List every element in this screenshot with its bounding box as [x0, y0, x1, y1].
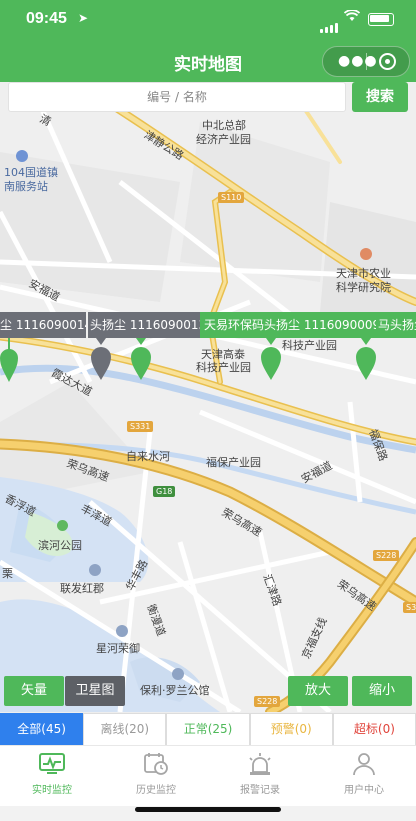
tab-user-center[interactable]: 用户中心 — [312, 746, 416, 806]
satellite-map-button[interactable]: 卫星图 — [65, 676, 125, 706]
poi-label: 福保产业园 — [206, 456, 261, 469]
location-icon: ➤ — [78, 11, 89, 25]
search-button[interactable]: 搜索 — [352, 82, 408, 112]
filter-warning[interactable]: 预警(0) — [249, 713, 333, 746]
road-shield: S228 — [254, 696, 281, 707]
filter-offline[interactable]: 离线(20) — [83, 713, 167, 746]
tab-history-monitor[interactable]: 历史监控 — [104, 746, 208, 806]
miniprogram-capsule: ●●● — [322, 46, 410, 77]
road-shield: S331 — [127, 421, 154, 432]
residential-poi-icon — [89, 564, 101, 576]
road-shield: S228 — [373, 550, 400, 561]
marker-pin-offline[interactable] — [91, 338, 111, 380]
close-miniprogram-icon[interactable] — [379, 53, 396, 70]
status-bar: 09:45 ➤ — [0, 0, 416, 40]
marker-label-normal[interactable]: 天易环保码头扬尘 1116090009 — [200, 312, 380, 338]
poi-label: 联发红郡 — [60, 582, 104, 595]
poi-label: 科学研究院 — [336, 281, 391, 294]
more-menu-icon[interactable]: ●●● — [338, 53, 378, 69]
navbar: 实时地图 ●●● — [0, 40, 416, 82]
poi-label: 星河荣御 — [96, 642, 140, 655]
marker-label-offline[interactable]: 尘 1116090014 — [0, 312, 86, 338]
vector-map-button[interactable]: 矢量 — [4, 676, 64, 706]
poi-label: 科技产业园 — [196, 361, 251, 374]
residential-poi-icon — [172, 668, 184, 680]
gas-station-icon — [16, 150, 28, 162]
poi-label: 经济产业园 — [196, 133, 251, 146]
poi-label: 科技产业园 — [282, 339, 337, 352]
park-label: 滨河公园 — [38, 539, 82, 552]
signal-icon — [320, 14, 340, 33]
poi-label: 南服务站 — [4, 180, 48, 193]
marker-pin-normal[interactable] — [0, 338, 18, 382]
map-roads — [0, 82, 416, 712]
marker-pin-normal[interactable] — [356, 338, 376, 380]
alarm-light-icon — [249, 753, 271, 775]
status-filter-bar: 全部(45) 离线(20) 正常(25) 预警(0) 超标(0) — [0, 712, 416, 746]
tab-alarm-records[interactable]: 报警记录 — [208, 746, 312, 806]
filter-exceeded[interactable]: 超标(0) — [332, 713, 416, 746]
tab-label: 实时监控 — [32, 785, 72, 796]
user-icon — [353, 753, 375, 776]
water-label: 自来水河 — [126, 450, 170, 463]
research-poi-icon — [360, 248, 372, 260]
tab-label: 历史监控 — [136, 785, 176, 796]
zoom-out-button[interactable]: 缩小 — [352, 676, 412, 706]
poi-label: 栗 — [2, 567, 13, 580]
battery-icon — [368, 13, 394, 26]
marker-label-offline[interactable]: 头扬尘 1116090013 — [88, 312, 206, 338]
park-poi-icon — [57, 520, 68, 531]
marker-pin-normal[interactable] — [131, 338, 151, 380]
tab-label: 报警记录 — [240, 785, 280, 796]
zoom-in-button[interactable]: 放大 — [288, 676, 348, 706]
residential-poi-icon — [116, 625, 128, 637]
road-shield: G18 — [153, 486, 176, 497]
bottom-tab-bar: 实时监控 历史监控 报警记录 用户中心 — [0, 745, 416, 806]
marker-label-normal[interactable]: 马头扬尘 111 — [376, 312, 416, 338]
filter-all[interactable]: 全部(45) — [0, 713, 84, 746]
filter-normal[interactable]: 正常(25) — [166, 713, 250, 746]
road-shield: S3 — [403, 602, 416, 613]
capsule-divider — [366, 53, 367, 70]
history-calendar-icon — [144, 753, 168, 775]
status-time: 09:45 — [26, 10, 67, 27]
wifi-icon — [343, 9, 361, 26]
poi-label: 保利·罗兰公馆 — [140, 684, 210, 697]
marker-pin-normal[interactable] — [261, 338, 281, 380]
road-shield: S110 — [218, 192, 245, 203]
tab-realtime-monitor[interactable]: 实时监控 — [0, 746, 104, 806]
map-view[interactable]: 中北总部 经济产业园 津静公路 104国道镇 南服务站 S110 天津市农业 科… — [0, 82, 416, 712]
home-indicator — [135, 807, 281, 812]
monitor-chart-icon — [39, 753, 65, 774]
search-input[interactable]: 编号 / 名称 — [8, 82, 346, 112]
tab-label: 用户中心 — [344, 785, 384, 796]
marker-labels: 尘 1116090014 头扬尘 1116090013 天易环保码头扬尘 111… — [0, 312, 416, 338]
